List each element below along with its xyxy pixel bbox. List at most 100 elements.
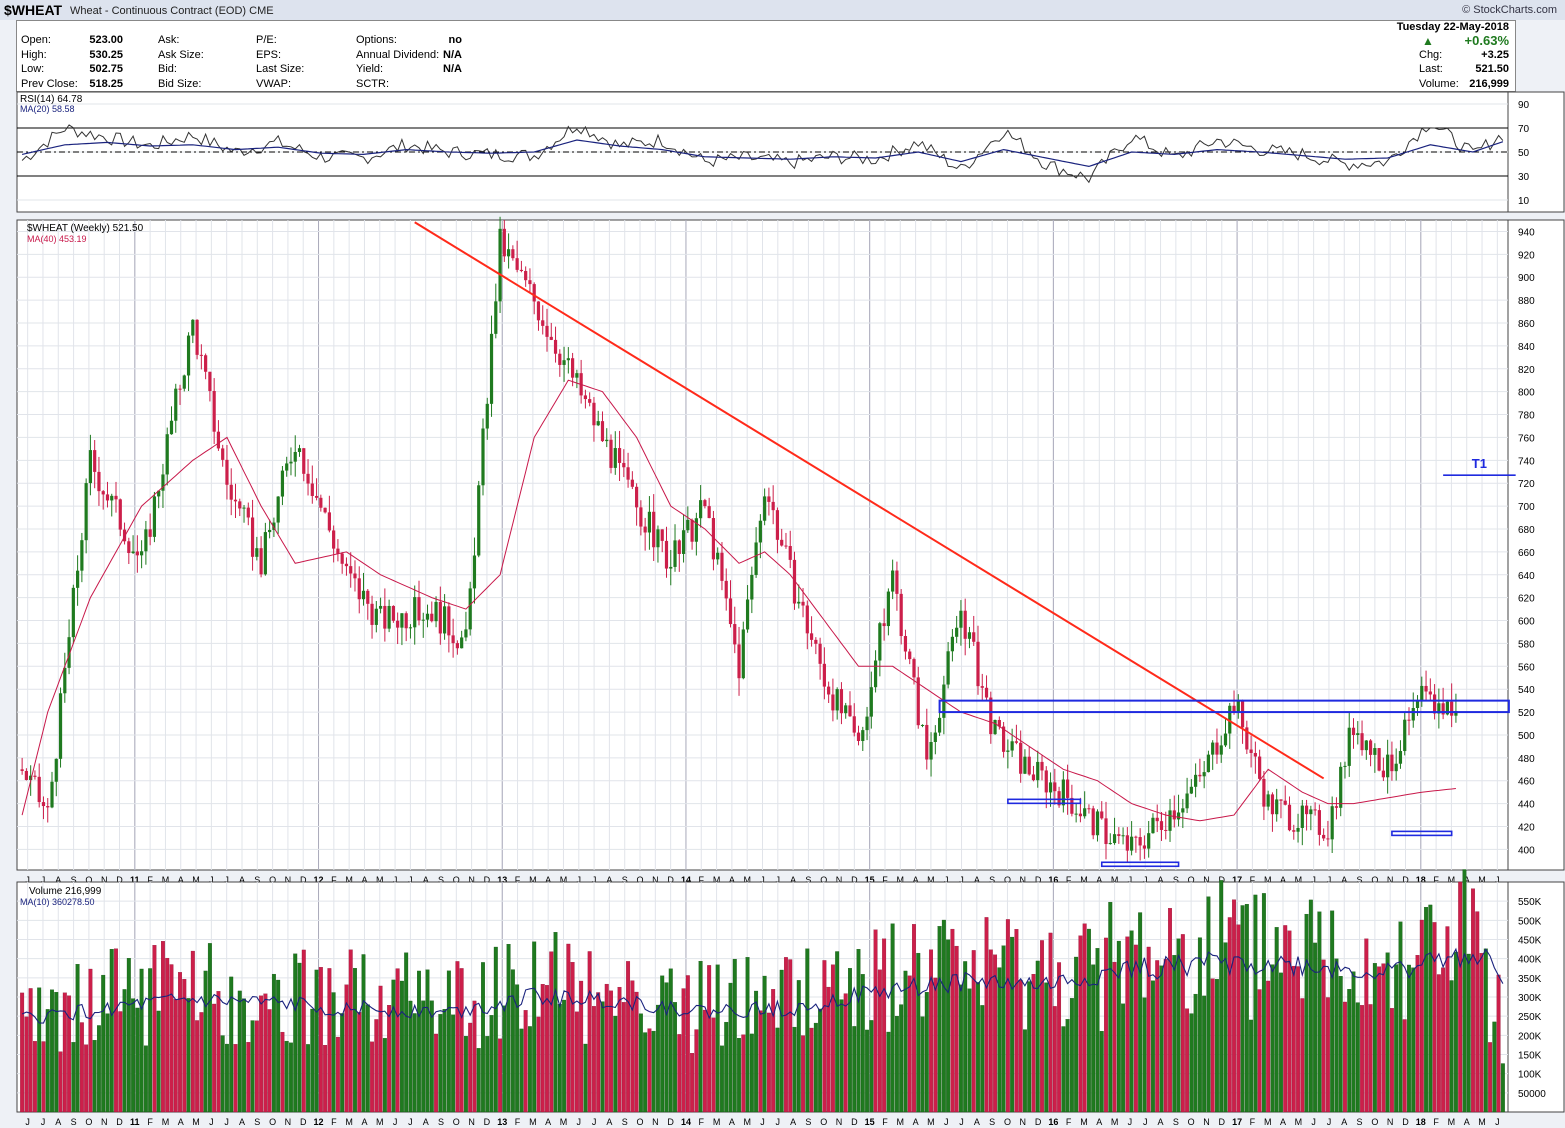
price-bar — [575, 373, 579, 378]
volume-bar — [621, 1002, 626, 1113]
price-bar — [1138, 837, 1142, 846]
volume-bar — [1129, 930, 1134, 1113]
price-bar — [118, 499, 122, 530]
volume-bar — [1317, 911, 1322, 1113]
price-bar — [1304, 805, 1309, 815]
volume-bar — [890, 923, 895, 1113]
volume-bar — [1436, 974, 1441, 1113]
price-bar — [1223, 733, 1228, 746]
volume-bar — [314, 969, 319, 1113]
price-bar — [1351, 727, 1356, 735]
volume-bar — [643, 1032, 648, 1113]
price-bar — [763, 496, 767, 521]
price-bar — [1019, 742, 1023, 774]
price-bar — [613, 448, 617, 468]
price-y-tick-label: 920 — [1518, 250, 1535, 261]
price-bar — [1407, 719, 1411, 721]
volume-x-tick-label: F — [882, 1117, 888, 1127]
price-bar — [246, 507, 250, 518]
volume-bar — [1274, 927, 1279, 1113]
price-bar — [208, 371, 212, 392]
price-bar — [681, 530, 686, 554]
volume-bar — [1138, 912, 1143, 1113]
price-bar — [225, 459, 229, 485]
volume-bar — [114, 948, 118, 1113]
volume-y-tick-label: 350K — [1518, 974, 1542, 985]
volume-bar — [1381, 963, 1386, 1113]
volume-x-tick-label: F — [331, 1117, 337, 1127]
volume-bar — [545, 985, 549, 1113]
price-bar — [929, 741, 933, 760]
volume-bar — [348, 949, 353, 1113]
volume-bar — [741, 1034, 746, 1113]
volume-bar — [745, 957, 750, 1113]
volume-bar — [737, 1038, 741, 1113]
volume-x-tick-label: F — [147, 1117, 153, 1127]
price-bar — [984, 687, 989, 698]
volume-x-tick-label: J — [408, 1117, 413, 1127]
price-bar — [694, 518, 698, 542]
volume-x-tick-label: D — [667, 1117, 674, 1127]
volume-bar — [506, 943, 511, 1113]
price-bar — [1104, 818, 1108, 845]
price-bar — [413, 597, 417, 628]
volume-bar — [88, 968, 93, 1113]
price-bar — [357, 578, 361, 600]
volume-bar — [1249, 1019, 1254, 1113]
price-bar — [814, 639, 818, 644]
volume-bar — [203, 970, 208, 1113]
volume-x-tick-label: A — [55, 1117, 61, 1127]
price-bar — [1381, 770, 1385, 778]
volume-bar — [1253, 894, 1258, 1113]
price-bar — [135, 551, 139, 556]
volume-bar — [1052, 1006, 1057, 1113]
volume-bar — [225, 1043, 229, 1113]
price-bar — [1377, 748, 1381, 771]
volume-bar — [387, 1005, 392, 1113]
volume-bar — [293, 953, 298, 1113]
volume-bar — [984, 917, 989, 1113]
volume-bar — [929, 949, 934, 1113]
volume-bar — [711, 1017, 716, 1113]
price-bar — [639, 507, 643, 527]
price-bar — [485, 403, 489, 429]
price-bar — [306, 473, 310, 484]
price-bar — [1168, 810, 1172, 831]
volume-bar — [276, 979, 281, 1113]
price-bar — [724, 580, 728, 599]
volume-bar — [967, 988, 972, 1113]
price-bar — [699, 500, 703, 519]
volume-bar — [587, 951, 592, 1113]
volume-bar — [378, 985, 383, 1113]
price-bar — [903, 636, 908, 652]
volume-bar — [340, 1013, 345, 1113]
volume-bar — [310, 1008, 315, 1113]
price-bar — [856, 732, 861, 742]
volume-bar — [485, 1036, 490, 1113]
price-bar — [1070, 797, 1074, 814]
volume-bar — [1104, 937, 1108, 1113]
volume-x-tick-label: A — [913, 1117, 919, 1127]
price-bar — [370, 603, 374, 625]
price-bar — [553, 339, 558, 354]
volume-bar — [374, 1019, 379, 1113]
price-bar — [741, 629, 745, 679]
volume-bar — [771, 989, 776, 1113]
price-bar — [297, 448, 302, 452]
volume-y-tick-label: 300K — [1518, 993, 1542, 1004]
price-bar — [809, 633, 814, 640]
volume-bar — [493, 946, 498, 1113]
volume-bar — [353, 968, 357, 1113]
volume-ma-legend-label: MA(10) 360278.50 — [20, 897, 95, 907]
volume-bar — [971, 950, 976, 1113]
price-bar — [1415, 700, 1420, 709]
price-bar — [182, 375, 186, 389]
price-y-tick-label: 660 — [1518, 548, 1535, 559]
volume-bar — [1479, 953, 1484, 1113]
volume-bar — [216, 991, 221, 1113]
volume-bar — [1364, 938, 1369, 1113]
price-bar — [1036, 761, 1040, 781]
price-bar — [664, 540, 669, 569]
price-bar — [1155, 817, 1159, 822]
price-ma-legend-label: MA(40) 453.19 — [27, 234, 87, 244]
